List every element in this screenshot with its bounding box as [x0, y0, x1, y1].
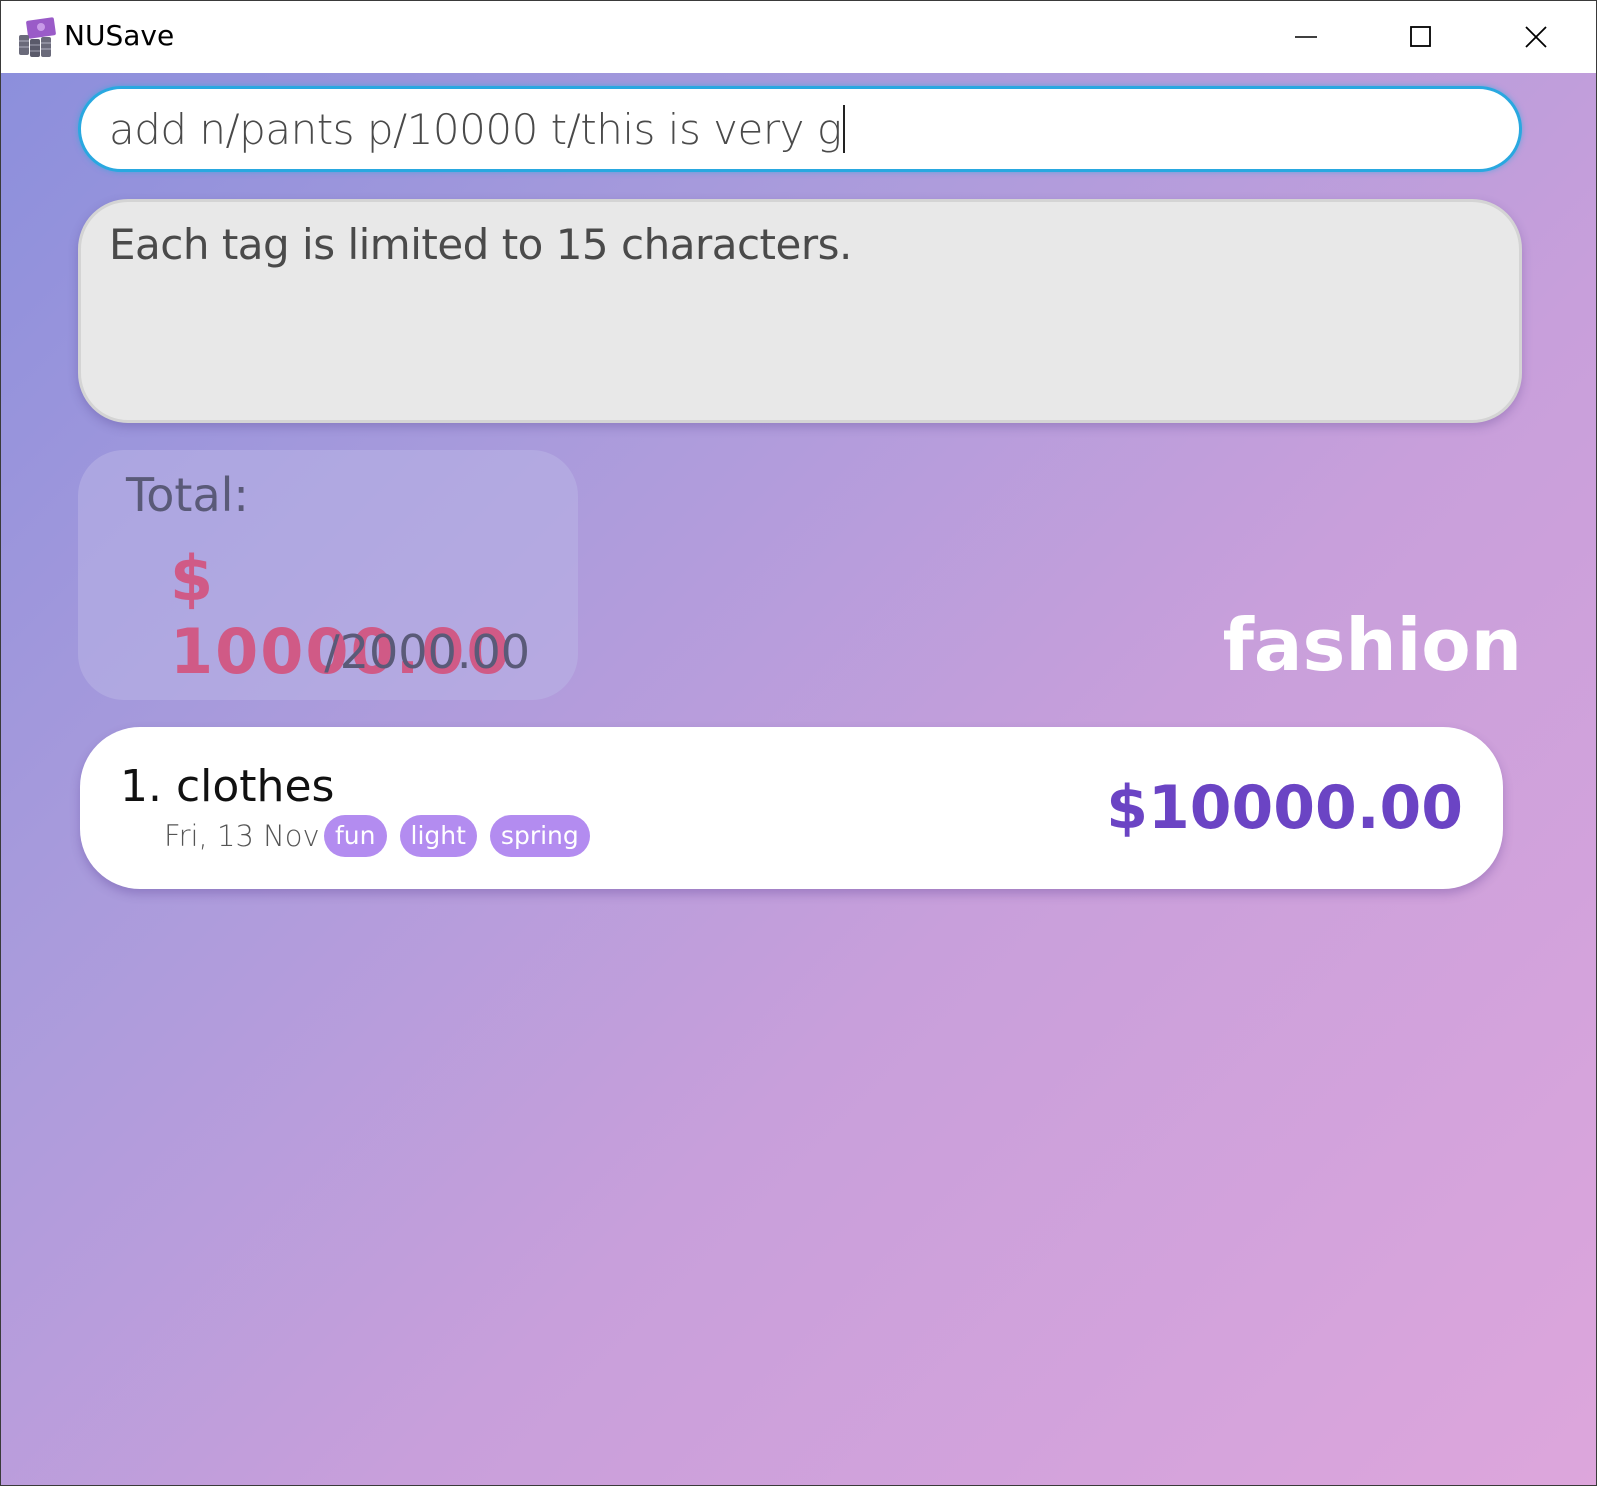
money-coins-icon — [17, 17, 59, 59]
minimize-icon — [1294, 36, 1317, 38]
tag-badge: fun — [324, 815, 387, 857]
command-input-text[interactable]: add n/pants p/10000 t/this is very g — [109, 105, 842, 154]
expense-date: Fri, 13 Nov — [164, 819, 320, 853]
main-content: add n/pants p/10000 t/this is very g Eac… — [1, 73, 1596, 1485]
total-label: Total: — [126, 468, 249, 522]
minimize-button[interactable] — [1248, 1, 1363, 73]
title-bar: NUSave — [1, 1, 1596, 73]
close-button[interactable] — [1478, 1, 1593, 73]
result-message: Each tag is limited to 15 characters. — [109, 220, 852, 269]
expense-list-item[interactable]: 1. clothes Fri, 13 Nov fun light spring … — [80, 727, 1503, 889]
close-icon — [1524, 26, 1547, 48]
maximize-button[interactable] — [1363, 1, 1478, 73]
budget-threshold: /2000.00 — [324, 625, 530, 679]
tag-badge: light — [399, 815, 477, 857]
text-caret — [842, 105, 845, 153]
budget-category-title: fashion — [1222, 603, 1522, 687]
window-title: NUSave — [64, 19, 175, 52]
result-display: Each tag is limited to 15 characters. — [78, 199, 1522, 423]
maximize-icon — [1409, 26, 1431, 47]
total-summary-card: Total: $ 10000.00 /2000.00 — [78, 450, 578, 700]
expense-tags: fun light spring — [324, 815, 590, 857]
expense-name: 1. clothes — [120, 761, 335, 812]
app-window: NUSave add n/pants p/10000 t/this is ver… — [0, 0, 1597, 1486]
tag-badge: spring — [489, 815, 590, 857]
expense-price: $10000.00 — [1106, 773, 1463, 843]
command-input[interactable]: add n/pants p/10000 t/this is very g — [78, 86, 1522, 172]
